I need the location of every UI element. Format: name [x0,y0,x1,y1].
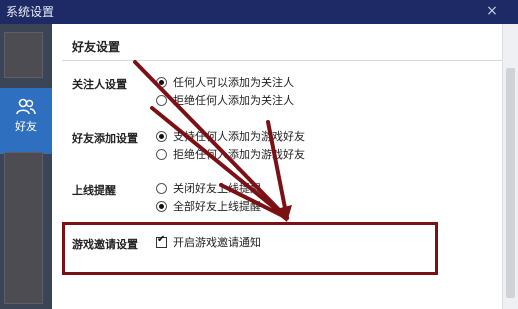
online-reminder-label: 上线提醒 [72,184,116,197]
radio-button[interactable] [156,200,167,212]
close-icon[interactable]: × [484,3,500,19]
section-divider [62,60,502,61]
annotation-highlight-box [62,222,438,275]
window-title: 系统设置 [6,5,55,19]
follow-allow-option[interactable]: 任何人可以添加为关注人 [156,74,294,90]
radio-button[interactable] [156,148,167,160]
friends-icon [16,98,36,115]
sidebar-item-label: 好友 [15,120,37,133]
radio-button[interactable] [156,130,167,142]
friend-add-deny-option[interactable]: 拒绝任何人添加为游戏好友 [156,146,305,162]
follow-deny-option[interactable]: 拒绝任何人添加为关注人 [156,92,294,108]
online-reminder-all-option[interactable]: 全部好友上线提醒 [156,198,261,214]
section-title: 好友设置 [72,40,121,54]
sidebar-item-friends[interactable]: 好友 [0,88,52,154]
sidebar-placeholder-bottom [4,152,43,304]
follow-setting-label: 关注人设置 [72,78,127,91]
radio-button[interactable] [156,76,167,88]
radio-button[interactable] [156,182,167,194]
scrollbar-thumb[interactable] [506,68,515,298]
title-bar: 系统设置 × [0,0,518,24]
online-reminder-off-option[interactable]: 关闭好友上线提醒 [156,180,261,196]
scrollbar[interactable] [502,24,518,309]
radio-button[interactable] [156,94,167,106]
friend-add-setting-label: 好友添加设置 [72,132,138,145]
friend-add-allow-option[interactable]: 支持任何人添加为游戏好友 [156,128,305,144]
sidebar-placeholder-top [4,32,43,78]
settings-window: 系统设置 × 好友 好友设置 关注人设置 任何人可以添加为关注人 拒绝任何人添加… [0,0,518,309]
sidebar: 好友 [0,24,52,309]
